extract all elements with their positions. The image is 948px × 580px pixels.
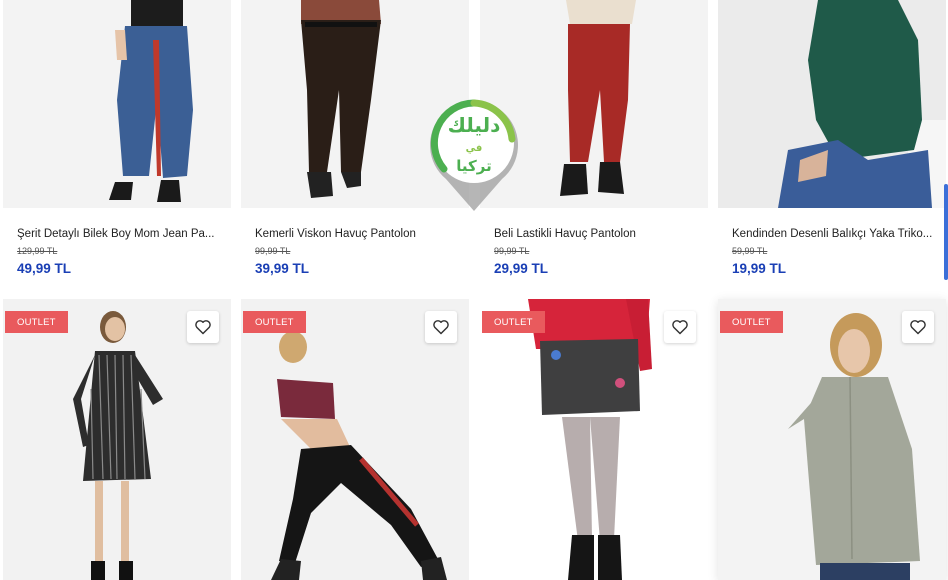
old-price: 129,99 TL <box>17 246 58 256</box>
product-name[interactable]: Kendinden Desenli Balıkçı Yaka Triko... <box>732 228 934 240</box>
favorite-button[interactable] <box>425 311 457 343</box>
watermark-line3: تركيا <box>456 157 492 175</box>
old-price: 99,99 TL <box>255 246 291 256</box>
product-image[interactable] <box>718 0 946 208</box>
favorite-button[interactable] <box>664 311 696 343</box>
outlet-badge: OUTLET <box>720 311 783 333</box>
sale-price: 29,99 TL <box>494 261 549 276</box>
scrollbar-thumb[interactable] <box>944 184 948 280</box>
favorite-button[interactable] <box>902 311 934 343</box>
product-card[interactable]: OUTLET <box>480 299 708 580</box>
product-card[interactable]: OUTLET <box>3 299 231 580</box>
sale-price: 19,99 TL <box>732 261 787 276</box>
watermark-logo: دليلك في تركيا <box>426 99 522 213</box>
product-name[interactable]: Şerit Detaylı Bilek Boy Mom Jean Pa... <box>17 228 219 240</box>
product-name[interactable]: Beli Lastikli Havuç Pantolon <box>494 228 696 240</box>
heart-icon <box>910 320 926 335</box>
product-card[interactable]: OUTLET <box>241 299 469 580</box>
product-card[interactable]: OUTLET <box>718 299 946 580</box>
watermark-line1: دليلك <box>447 113 501 137</box>
old-price: 59,99 TL <box>732 246 768 256</box>
heart-icon <box>672 320 688 335</box>
product-card[interactable]: Kendinden Desenli Balıkçı Yaka Triko... … <box>718 0 946 290</box>
old-price: 99,99 TL <box>494 246 530 256</box>
product-card[interactable]: Şerit Detaylı Bilek Boy Mom Jean Pa... 1… <box>3 0 231 290</box>
favorite-button[interactable] <box>187 311 219 343</box>
outlet-badge: OUTLET <box>482 311 545 333</box>
outlet-badge: OUTLET <box>5 311 68 333</box>
watermark-line2: في <box>465 143 483 154</box>
outlet-badge: OUTLET <box>243 311 306 333</box>
product-image[interactable] <box>3 0 231 208</box>
product-name[interactable]: Kemerli Viskon Havuç Pantolon <box>255 228 457 240</box>
heart-icon <box>433 320 449 335</box>
heart-icon <box>195 320 211 335</box>
product-grid: Şerit Detaylı Bilek Boy Mom Jean Pa... 1… <box>0 0 948 580</box>
sale-price: 39,99 TL <box>255 261 310 276</box>
sale-price: 49,99 TL <box>17 261 72 276</box>
